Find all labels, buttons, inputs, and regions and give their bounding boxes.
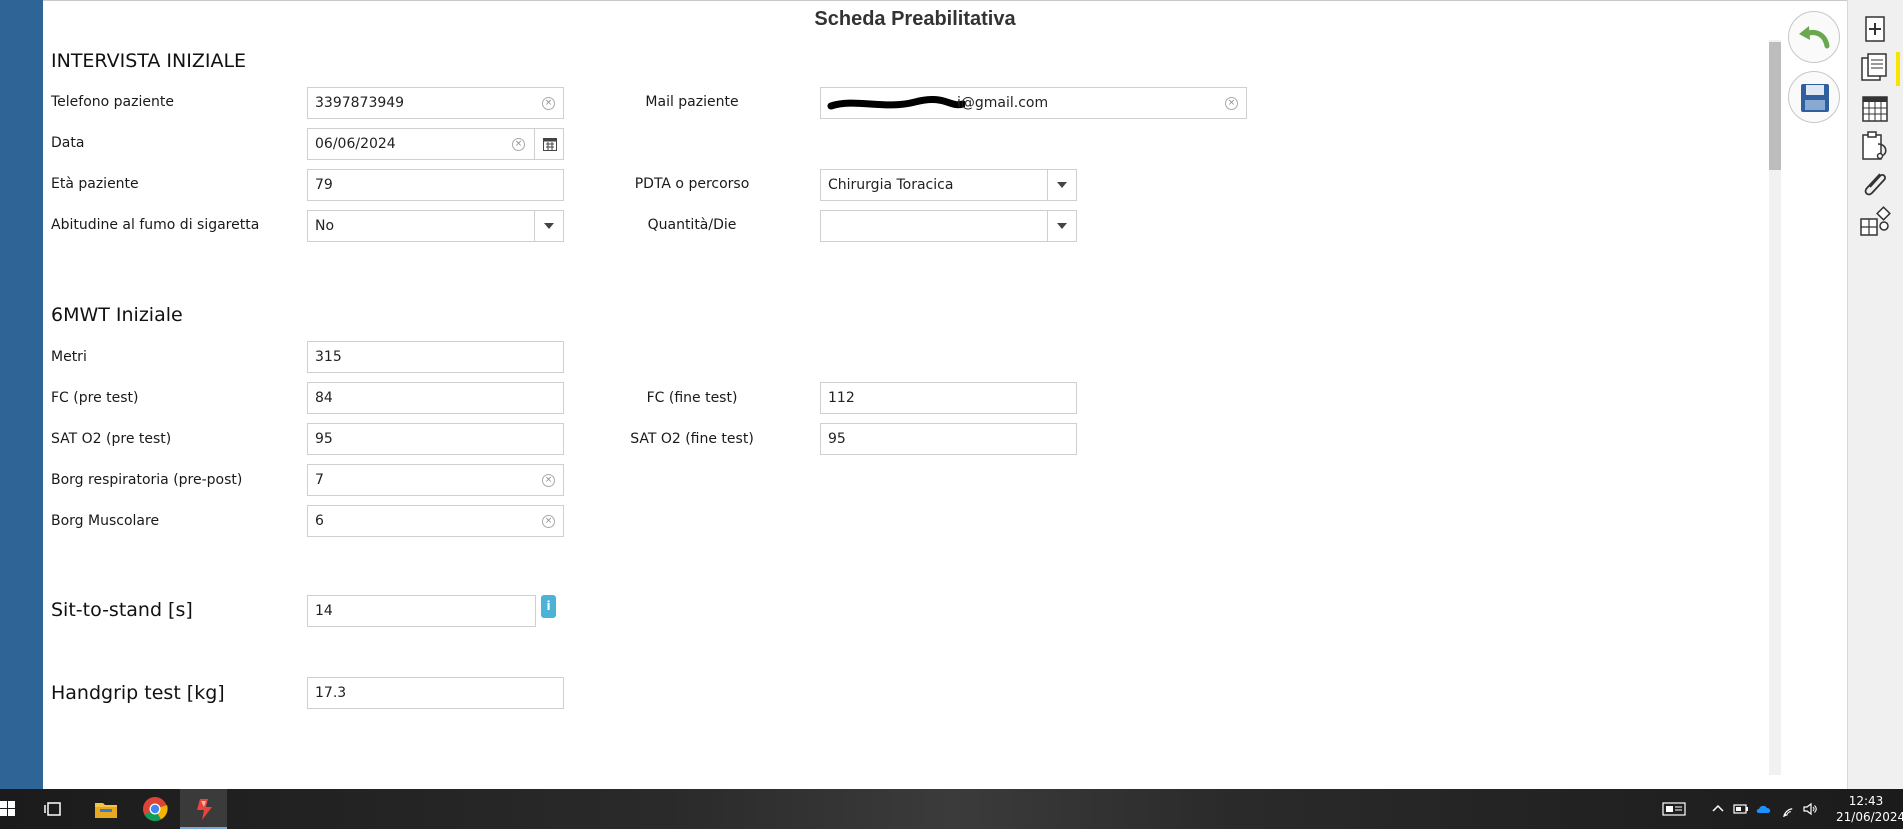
handgrip-value: 17.3 [315, 685, 347, 701]
sat-pre-input[interactable]: 95 [307, 423, 564, 455]
section-title-sit-to-stand: Sit-to-stand [s] [51, 599, 193, 621]
taskbar-clock[interactable]: 12:43 21/06/2024 [1836, 793, 1903, 825]
fumo-value: No [315, 218, 335, 234]
data-input[interactable]: 06/06/2024 × [307, 128, 564, 160]
app-icon [197, 799, 212, 820]
eta-input[interactable]: 79 [307, 169, 564, 201]
application-window: Scheda Preabilitativa INTERVISTA INIZIAL… [0, 0, 1903, 829]
chevron-down-icon[interactable] [1047, 170, 1076, 200]
speaker-icon[interactable] [1802, 801, 1818, 817]
scrollbar-thumb[interactable] [1769, 42, 1781, 170]
vertical-scrollbar[interactable] [1769, 40, 1781, 775]
eta-label: Età paziente [51, 176, 139, 192]
fumo-select[interactable]: No [307, 210, 564, 242]
add-page-icon[interactable] [1858, 14, 1892, 46]
fc-pre-input[interactable]: 84 [307, 382, 564, 414]
quantita-select[interactable] [820, 210, 1077, 242]
wifi-icon[interactable] [1780, 801, 1796, 817]
clipboard-stethoscope-icon[interactable] [1858, 130, 1892, 162]
handgrip-input[interactable]: 17.3 [307, 677, 564, 709]
borg-musc-label: Borg Muscolare [51, 513, 160, 529]
clock-date: 21/06/2024 [1836, 810, 1903, 824]
metri-input[interactable]: 315 [307, 341, 564, 373]
left-navigation-strip [0, 0, 43, 789]
battery-icon[interactable] [1733, 801, 1749, 817]
sat-pre-value: 95 [315, 431, 333, 447]
chevron-up-icon[interactable] [1710, 801, 1726, 817]
telefono-label: Telefono paziente [51, 94, 174, 110]
undo-arrow-icon [1799, 26, 1830, 49]
onedrive-icon[interactable] [1756, 801, 1772, 817]
sat-pre-label: SAT O2 (pre test) [51, 431, 172, 447]
telefono-input[interactable]: 3397873949 × [307, 87, 564, 119]
news-widget-icon[interactable] [1662, 801, 1686, 817]
fc-fine-value: 112 [828, 390, 855, 406]
pdta-select[interactable]: Chirurgia Toracica [820, 169, 1077, 201]
fc-fine-label: FC (fine test) [646, 390, 738, 406]
chevron-down-icon[interactable] [1047, 211, 1076, 241]
data-label: Data [51, 135, 85, 151]
section-title-handgrip: Handgrip test [kg] [51, 682, 225, 704]
quantita-label: Quantità/Die [647, 217, 737, 233]
metri-value: 315 [315, 349, 342, 365]
file-explorer-icon[interactable] [92, 795, 120, 823]
redacted-scribble-icon [827, 96, 965, 110]
section-title-intervista: INTERVISTA INIZIALE [51, 50, 247, 72]
data-value: 06/06/2024 [315, 136, 396, 152]
clear-icon[interactable]: × [542, 515, 555, 528]
sat-fine-label: SAT O2 (fine test) [630, 431, 754, 447]
metri-label: Metri [51, 349, 87, 365]
borg-resp-label: Borg respiratoria (pre-post) [51, 472, 243, 488]
borg-musc-input[interactable]: 6 × [307, 505, 564, 537]
sat-fine-input[interactable]: 95 [820, 423, 1077, 455]
telefono-value: 3397873949 [315, 95, 405, 111]
back-button[interactable] [1788, 11, 1840, 63]
clock-time: 12:43 [1848, 794, 1884, 808]
top-divider [43, 0, 1847, 3]
clear-icon[interactable]: × [542, 97, 555, 110]
borg-resp-value: 7 [315, 472, 324, 488]
pdta-label: PDTA o percorso [634, 176, 750, 192]
fumo-label: Abitudine al fumo di sigaretta [51, 217, 260, 233]
eta-value: 79 [315, 177, 333, 193]
documents-icon[interactable] [1858, 52, 1892, 84]
paperclip-icon[interactable] [1858, 168, 1892, 200]
fc-pre-label: FC (pre test) [51, 390, 139, 406]
sit-to-stand-input[interactable]: 14 [307, 595, 536, 627]
calendar-icon [543, 138, 557, 151]
info-button[interactable]: i [541, 595, 556, 618]
section-title-6mwt: 6MWT Iniziale [51, 304, 183, 326]
mail-value: i@gmail.com [957, 95, 1049, 111]
chrome-icon[interactable] [141, 795, 169, 823]
calendar-icon[interactable] [1858, 92, 1892, 124]
chevron-down-icon[interactable] [534, 211, 563, 241]
fc-fine-input[interactable]: 112 [820, 382, 1077, 414]
task-view-icon[interactable] [44, 801, 62, 817]
borg-resp-input[interactable]: 7 × [307, 464, 564, 496]
save-button[interactable] [1788, 71, 1840, 123]
page-title: Scheda Preabilitativa [814, 8, 1016, 30]
mail-label: Mail paziente [645, 94, 739, 110]
fc-pre-value: 84 [315, 390, 333, 406]
active-item-highlight [1896, 52, 1900, 86]
sit-to-stand-value: 14 [315, 603, 333, 619]
clear-icon[interactable]: × [512, 138, 525, 151]
calendar-button[interactable] [534, 129, 563, 159]
mail-input[interactable]: i@gmail.com × [820, 87, 1247, 119]
grid-shapes-icon[interactable] [1858, 206, 1892, 238]
windows-start-icon[interactable] [0, 801, 16, 817]
right-toolbar [1847, 0, 1903, 789]
borg-musc-value: 6 [315, 513, 324, 529]
active-app-indicator[interactable] [180, 789, 227, 829]
clear-icon[interactable]: × [1225, 97, 1238, 110]
windows-taskbar: 12:43 21/06/2024 [0, 789, 1903, 829]
floppy-disk-icon [1801, 84, 1829, 112]
pdta-value: Chirurgia Toracica [828, 177, 954, 193]
sat-fine-value: 95 [828, 431, 846, 447]
clear-icon[interactable]: × [542, 474, 555, 487]
